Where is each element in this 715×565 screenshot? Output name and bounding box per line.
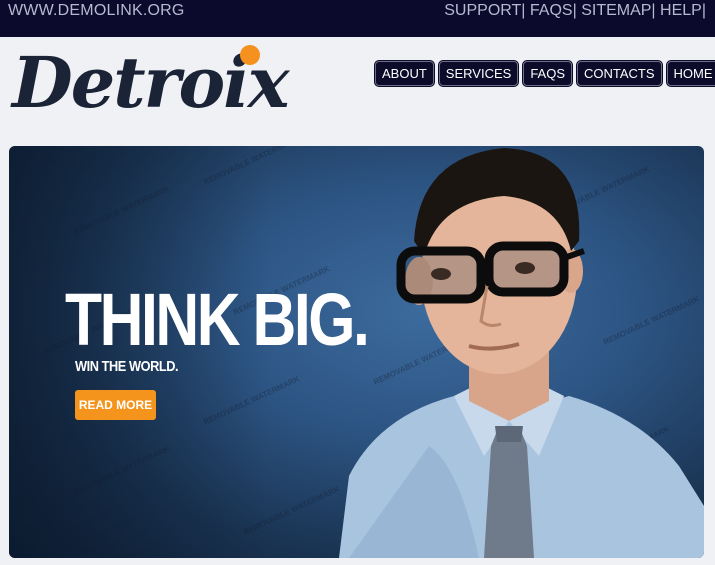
nav-services-button[interactable]: SERVICES	[438, 61, 519, 86]
site-logo[interactable]: Detroix	[12, 40, 312, 126]
hero-subline: WIN THE WORLD.	[75, 358, 179, 375]
nav-home-button[interactable]: HOME	[666, 61, 715, 86]
nav-faqs-button[interactable]: FAQS	[523, 61, 572, 86]
hero-person-image	[339, 148, 704, 558]
top-bar: WWW.DEMOLINK.ORG SUPPORT| FAQS| SITEMAP|…	[0, 0, 715, 37]
hero-banner: REMOVABLE WATERMARK REMOVABLE WATERMARK …	[9, 146, 704, 558]
top-link-help[interactable]: HELP|	[656, 2, 706, 20]
top-links: SUPPORT| FAQS| SITEMAP| HELP|	[444, 2, 706, 20]
nav-about-button[interactable]: ABOUT	[375, 61, 434, 86]
main-nav: ABOUT SERVICES FAQS CONTACTS HOME	[375, 61, 715, 86]
logo-dot	[240, 45, 260, 65]
read-more-button[interactable]: READ MORE	[75, 390, 156, 420]
top-link-faqs[interactable]: FAQS|	[525, 2, 577, 20]
site-url[interactable]: WWW.DEMOLINK.ORG	[8, 2, 185, 20]
nav-contacts-button[interactable]: CONTACTS	[577, 61, 662, 86]
top-link-sitemap[interactable]: SITEMAP|	[577, 2, 655, 20]
top-link-support[interactable]: SUPPORT|	[444, 2, 525, 20]
